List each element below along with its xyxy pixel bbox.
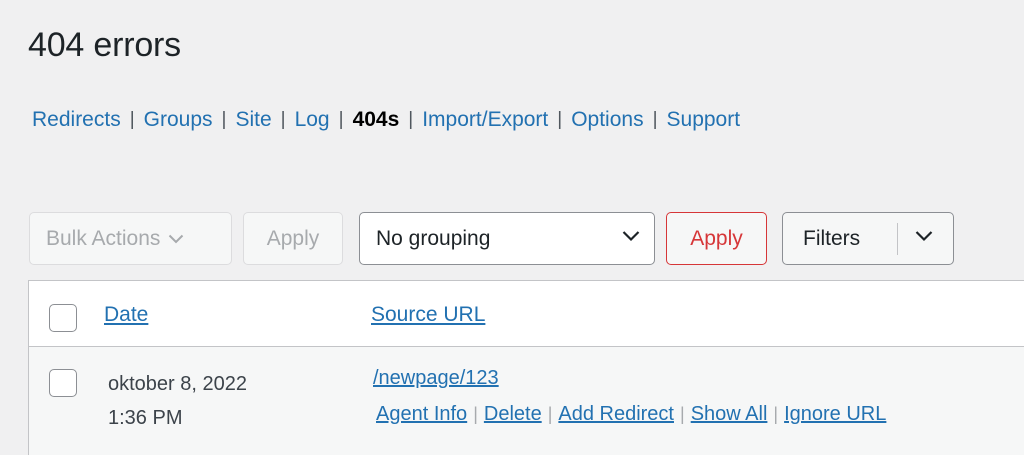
chevron-down-icon bbox=[915, 230, 933, 242]
nav-options[interactable]: Options bbox=[571, 108, 643, 132]
grouping-apply-button[interactable]: Apply bbox=[666, 212, 767, 265]
grouping-value: No grouping bbox=[376, 226, 491, 250]
nav-log[interactable]: Log bbox=[295, 108, 330, 132]
nav-redirects[interactable]: Redirects bbox=[32, 108, 121, 132]
nav-import-export[interactable]: Import/Export bbox=[422, 108, 548, 132]
nav-groups[interactable]: Groups bbox=[144, 108, 213, 132]
filters-label: Filters bbox=[803, 226, 861, 250]
delete-link[interactable]: Delete bbox=[484, 403, 542, 426]
nav-separator: | bbox=[338, 109, 344, 130]
bulk-actions-select[interactable]: Bulk Actions bbox=[29, 212, 232, 265]
nav-separator: | bbox=[408, 109, 414, 130]
row-date: oktober 8, 2022 bbox=[108, 373, 247, 395]
show-all-link[interactable]: Show All bbox=[691, 403, 768, 426]
row-date-cell: oktober 8, 2022 1:36 PM bbox=[108, 367, 247, 435]
errors-table: Date Source URL oktober 8, 2022 1:36 PM … bbox=[28, 280, 1024, 455]
page-title: 404 errors bbox=[28, 26, 181, 64]
chevron-down-icon bbox=[168, 234, 184, 244]
nav-separator: | bbox=[280, 109, 286, 130]
nav-separator: | bbox=[221, 109, 227, 130]
bulk-actions-label: Bulk Actions bbox=[46, 226, 161, 250]
nav-separator: | bbox=[652, 109, 658, 130]
grouping-select[interactable]: No grouping bbox=[359, 212, 655, 265]
filters-dropdown-button[interactable]: Filters bbox=[782, 212, 954, 265]
select-all-checkbox[interactable] bbox=[49, 304, 77, 332]
column-header-date[interactable]: Date bbox=[104, 303, 148, 327]
table-row: oktober 8, 2022 1:36 PM /newpage/123 Age… bbox=[29, 347, 1024, 455]
add-redirect-link[interactable]: Add Redirect bbox=[558, 403, 674, 426]
action-separator: | bbox=[680, 404, 685, 424]
action-separator: | bbox=[773, 404, 779, 424]
column-header-source-url[interactable]: Source URL bbox=[371, 303, 485, 327]
nav-support[interactable]: Support bbox=[667, 108, 741, 132]
nav-separator: | bbox=[557, 109, 563, 130]
nav-404s-current: 404s bbox=[352, 108, 400, 131]
row-checkbox[interactable] bbox=[49, 369, 77, 397]
ignore-url-link[interactable]: Ignore URL bbox=[784, 403, 886, 426]
agent-info-link[interactable]: Agent Info bbox=[376, 403, 467, 426]
nav-separator: | bbox=[129, 109, 135, 130]
nav-site[interactable]: Site bbox=[235, 108, 271, 132]
subsubsub-nav: Redirects | Groups | Site | Log | 404s |… bbox=[32, 108, 740, 132]
filters-divider bbox=[897, 223, 898, 255]
row-actions: Agent Info | Delete | Add Redirect | Sho… bbox=[376, 403, 886, 426]
row-time: 1:36 PM bbox=[108, 407, 183, 429]
row-source-url[interactable]: /newpage/123 bbox=[373, 367, 499, 390]
chevron-down-icon bbox=[622, 230, 640, 242]
bulk-apply-button[interactable]: Apply bbox=[243, 212, 343, 265]
action-separator: | bbox=[473, 404, 478, 424]
action-separator: | bbox=[547, 404, 553, 424]
table-header: Date Source URL bbox=[29, 281, 1024, 347]
